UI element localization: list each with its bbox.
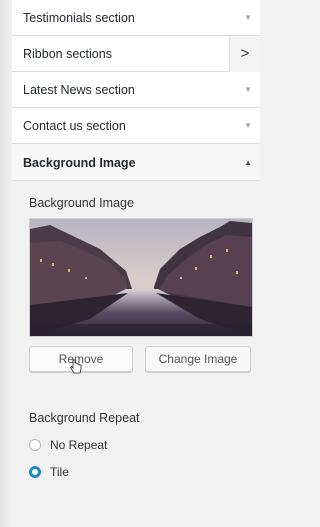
chevron-right-icon[interactable]: > — [229, 36, 260, 72]
section-background-image[interactable]: Background Image ▲ — [12, 144, 260, 181]
radio-label: Tile — [50, 465, 69, 479]
radio-button[interactable] — [29, 439, 41, 451]
change-image-button[interactable]: Change Image — [145, 346, 251, 372]
radio-no-repeat[interactable]: No Repeat — [29, 438, 107, 452]
section-contact-us[interactable]: Contact us section ▼ — [12, 108, 260, 144]
section-label: Ribbon sections — [23, 47, 112, 61]
background-repeat-title: Background Repeat — [29, 411, 140, 425]
section-label: Background Image — [23, 156, 136, 170]
radio-label: No Repeat — [50, 438, 108, 452]
control-title: Background Image — [29, 196, 134, 210]
section-latest-news[interactable]: Latest News section ▼ — [12, 72, 260, 108]
customizer-panel: Testimonials section ▼ Ribbon sections >… — [12, 0, 260, 527]
caret-down-icon: ▼ — [244, 85, 252, 94]
panel-shadow — [0, 0, 12, 527]
caret-down-icon: ▼ — [244, 121, 252, 130]
background-image-preview — [29, 218, 253, 337]
hand-cursor-icon — [70, 359, 82, 374]
section-testimonials[interactable]: Testimonials section ▼ — [12, 0, 260, 36]
caret-down-icon: ▼ — [244, 13, 252, 22]
section-label: Contact us section — [23, 119, 126, 133]
radio-tile[interactable]: Tile — [29, 465, 69, 479]
section-label: Latest News section — [23, 83, 135, 97]
caret-up-icon: ▲ — [244, 158, 252, 167]
section-ribbon[interactable]: Ribbon sections > — [12, 36, 260, 72]
background-image-controls: Background Image Remove Change Image Bac… — [12, 181, 260, 524]
radio-button-checked[interactable] — [29, 466, 41, 478]
section-label: Testimonials section — [23, 11, 135, 25]
